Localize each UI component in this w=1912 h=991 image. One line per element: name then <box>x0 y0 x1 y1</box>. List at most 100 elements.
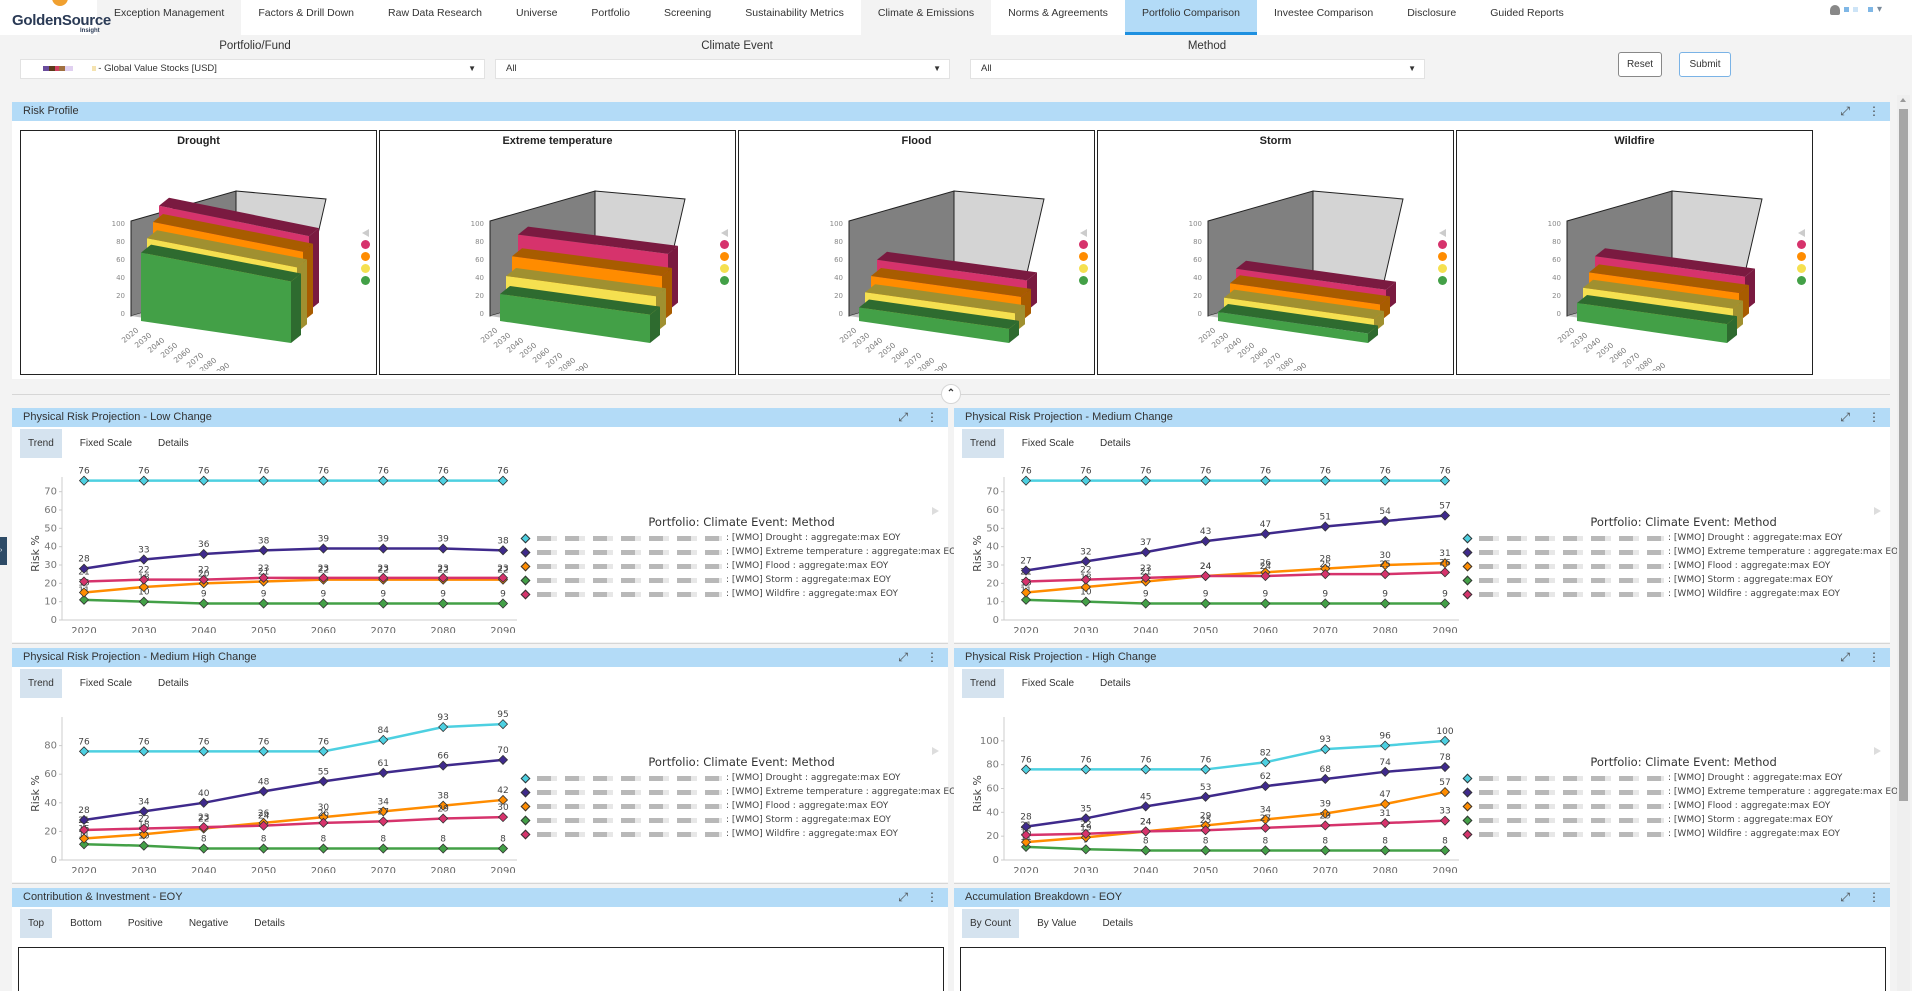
more-vertical-icon[interactable]: ⋮ <box>926 888 938 907</box>
scroll-up-icon[interactable] <box>1900 98 1906 102</box>
submit-button[interactable]: Submit <box>1679 52 1731 77</box>
expand-icon[interactable]: ⤢ <box>898 408 908 427</box>
tab-by-count[interactable]: By Count <box>962 909 1020 938</box>
more-vertical-icon[interactable]: ⋮ <box>1868 648 1880 667</box>
legend-dot[interactable] <box>1438 264 1447 273</box>
legend-item[interactable]: : [WMO] Wildfire : aggregate:max EOY <box>1462 587 1903 601</box>
nav-tab-factors-drill-down[interactable]: Factors & Drill Down <box>241 0 371 35</box>
legend-dot[interactable] <box>720 252 729 261</box>
nav-tab-raw-data-research[interactable]: Raw Data Research <box>371 0 499 35</box>
tab-trend[interactable]: Trend <box>20 669 62 698</box>
legend-item[interactable]: : [WMO] Drought : aggregate:max EOY <box>520 771 961 785</box>
legend-item[interactable]: : [WMO] Wildfire : aggregate:max EOY <box>520 827 961 841</box>
legend-item[interactable]: : [WMO] Storm : aggregate:max EOY <box>520 573 961 587</box>
tab-trend[interactable]: Trend <box>962 669 1004 698</box>
more-vertical-icon[interactable]: ⋮ <box>926 408 938 427</box>
tab-trend[interactable]: Trend <box>962 429 1004 458</box>
legend-item[interactable]: : [WMO] Extreme temperature : aggregate:… <box>520 785 961 799</box>
tab-details[interactable]: Details <box>1094 909 1141 938</box>
expand-icon[interactable]: ⤢ <box>1840 648 1850 667</box>
goldensource-logo[interactable]: GoldenSource Insight <box>0 0 111 35</box>
more-vertical-icon[interactable]: ⋮ <box>1868 102 1880 121</box>
legend-item[interactable]: : [WMO] Storm : aggregate:max EOY <box>1462 813 1903 827</box>
legend-item[interactable]: : [WMO] Wildfire : aggregate:max EOY <box>520 587 961 601</box>
legend-dot[interactable] <box>1079 276 1088 285</box>
legend-prev-icon[interactable] <box>362 229 369 237</box>
expand-icon[interactable]: ⤢ <box>1840 408 1850 427</box>
legend-dot[interactable] <box>361 252 370 261</box>
expand-icon[interactable]: ⤢ <box>898 888 908 907</box>
legend-dot[interactable] <box>361 264 370 273</box>
legend-dot[interactable] <box>1797 276 1806 285</box>
tab-negative[interactable]: Negative <box>181 909 236 938</box>
scrollbar-thumb[interactable] <box>1899 109 1908 801</box>
legend-prev-icon[interactable] <box>721 229 728 237</box>
tab-fixed-scale[interactable]: Fixed Scale <box>72 429 140 458</box>
nav-tab-investee-comparison[interactable]: Investee Comparison <box>1257 0 1390 35</box>
tab-fixed-scale[interactable]: Fixed Scale <box>72 669 140 698</box>
tab-fixed-scale[interactable]: Fixed Scale <box>1014 669 1082 698</box>
reset-button[interactable]: Reset <box>1618 52 1662 77</box>
legend-item[interactable]: : [WMO] Extreme temperature : aggregate:… <box>1462 545 1903 559</box>
nav-tab-portfolio-comparison[interactable]: Portfolio Comparison <box>1124 0 1257 35</box>
nav-tab-sustainability-metrics[interactable]: Sustainability Metrics <box>728 0 861 35</box>
legend-prev-icon[interactable] <box>1080 229 1087 237</box>
nav-tab-disclosure[interactable]: Disclosure <box>1390 0 1473 35</box>
legend-dot[interactable] <box>1438 252 1447 261</box>
nav-tab-guided-reports[interactable]: Guided Reports <box>1473 0 1581 35</box>
legend-next-icon[interactable] <box>932 747 939 755</box>
legend-item[interactable]: : [WMO] Drought : aggregate:max EOY <box>1462 771 1903 785</box>
expand-icon[interactable]: ⤢ <box>1840 888 1850 907</box>
nav-tab-portfolio[interactable]: Portfolio <box>574 0 647 35</box>
legend-item[interactable]: : [WMO] Storm : aggregate:max EOY <box>1462 573 1903 587</box>
legend-item[interactable]: : [WMO] Extreme temperature : aggregate:… <box>520 545 961 559</box>
tab-top[interactable]: Top <box>20 909 53 938</box>
climate-event-select[interactable]: All ▼ <box>495 59 950 79</box>
legend-item[interactable]: : [WMO] Flood : aggregate:max EOY <box>1462 799 1903 813</box>
nav-tab-screening[interactable]: Screening <box>647 0 728 35</box>
legend-dot[interactable] <box>720 240 729 249</box>
tab-details[interactable]: Details <box>150 429 197 458</box>
tab-positive[interactable]: Positive <box>120 909 171 938</box>
legend-item[interactable]: : [WMO] Wildfire : aggregate:max EOY <box>1462 827 1903 841</box>
portfolio-select[interactable]: - Global Value Stocks [USD] ▼ <box>20 59 485 79</box>
legend-dot[interactable] <box>720 276 729 285</box>
legend-dot[interactable] <box>1079 264 1088 273</box>
tab-by-value[interactable]: By Value <box>1029 909 1084 938</box>
expand-icon[interactable]: ⤢ <box>1840 102 1850 121</box>
legend-dot[interactable] <box>1797 240 1806 249</box>
user-menu[interactable]: ▾ <box>1829 4 1882 15</box>
legend-dot[interactable] <box>1438 276 1447 285</box>
legend-prev-icon[interactable] <box>1439 229 1446 237</box>
legend-next-icon[interactable] <box>1874 507 1881 515</box>
legend-item[interactable]: : [WMO] Storm : aggregate:max EOY <box>520 813 961 827</box>
legend-item[interactable]: : [WMO] Flood : aggregate:max EOY <box>1462 559 1903 573</box>
legend-next-icon[interactable] <box>1874 747 1881 755</box>
legend-item[interactable]: : [WMO] Drought : aggregate:max EOY <box>520 531 961 545</box>
legend-dot[interactable] <box>1797 264 1806 273</box>
legend-dot[interactable] <box>361 276 370 285</box>
tab-details[interactable]: Details <box>150 669 197 698</box>
nav-tab-climate-emissions[interactable]: Climate & Emissions <box>860 0 992 35</box>
more-vertical-icon[interactable]: ⋮ <box>926 648 938 667</box>
legend-dot[interactable] <box>1079 252 1088 261</box>
nav-tab-universe[interactable]: Universe <box>499 0 574 35</box>
legend-dot[interactable] <box>720 264 729 273</box>
side-panel-toggle[interactable]: › <box>0 537 7 565</box>
nav-tab-norms-agreements[interactable]: Norms & Agreements <box>991 0 1125 35</box>
more-vertical-icon[interactable]: ⋮ <box>1868 408 1880 427</box>
legend-next-icon[interactable] <box>932 507 939 515</box>
more-vertical-icon[interactable]: ⋮ <box>1868 888 1880 907</box>
expand-icon[interactable]: ⤢ <box>898 648 908 667</box>
tab-details[interactable]: Details <box>1092 429 1139 458</box>
tab-trend[interactable]: Trend <box>20 429 62 458</box>
legend-item[interactable]: : [WMO] Flood : aggregate:max EOY <box>520 559 961 573</box>
collapse-up-icon[interactable]: ⌃ <box>941 384 961 404</box>
legend-dot[interactable] <box>1797 252 1806 261</box>
legend-item[interactable]: : [WMO] Extreme temperature : aggregate:… <box>1462 785 1903 799</box>
tab-bottom[interactable]: Bottom <box>62 909 110 938</box>
tab-details[interactable]: Details <box>246 909 293 938</box>
legend-dot[interactable] <box>1438 240 1447 249</box>
legend-dot[interactable] <box>361 240 370 249</box>
legend-dot[interactable] <box>1079 240 1088 249</box>
